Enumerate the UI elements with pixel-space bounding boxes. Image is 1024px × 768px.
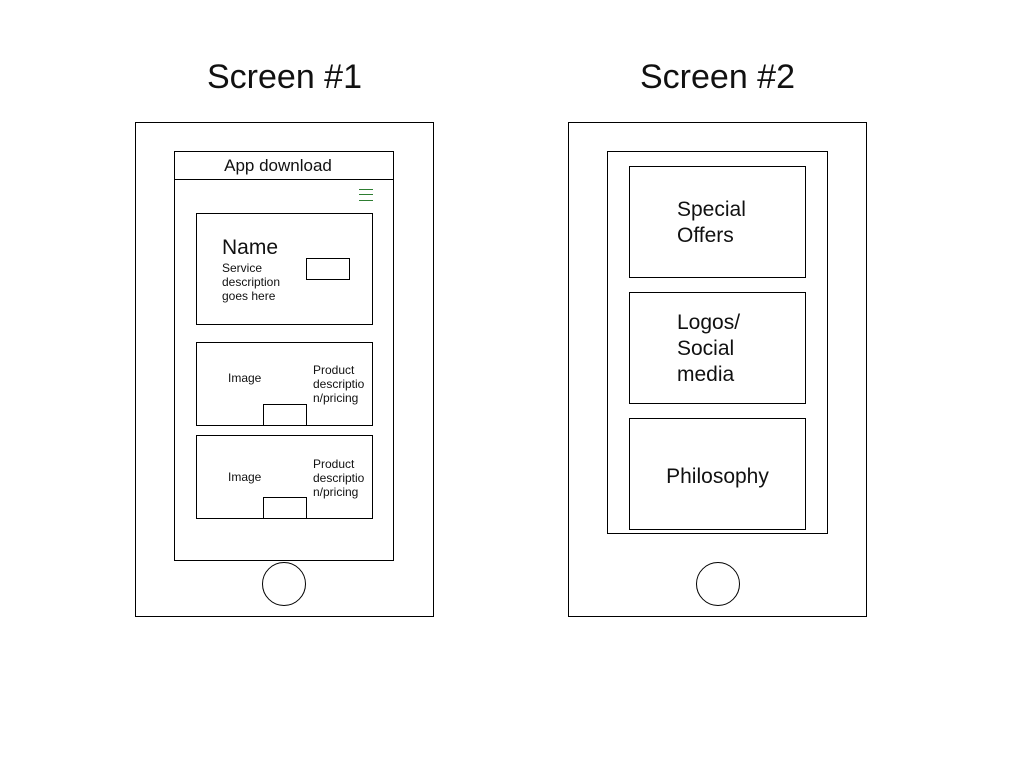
tile-label-line: Social	[677, 337, 735, 360]
product-description: Product descriptio n/pricing	[313, 457, 364, 499]
service-description-line: Service	[222, 261, 263, 275]
product-action-button[interactable]	[263, 404, 307, 426]
product-description-line: n/pricing	[313, 485, 359, 499]
product-image-placeholder: Image	[228, 470, 262, 484]
menu-line	[359, 189, 373, 190]
product-description-line: n/pricing	[313, 391, 359, 405]
tile-label-line: media	[677, 363, 735, 386]
tile-label-line: Logos/	[677, 311, 741, 334]
service-description-line: goes here	[222, 289, 276, 303]
logos-social-media-label: Logos/ Social media	[677, 310, 740, 388]
service-description: Service description goes here	[222, 261, 280, 303]
menu-line	[359, 194, 373, 195]
service-action-button[interactable]	[306, 258, 350, 280]
screen-1-title: Screen #1	[207, 58, 362, 96]
hamburger-menu-icon[interactable]	[359, 188, 373, 202]
product-description: Product descriptio n/pricing	[313, 363, 364, 405]
product-action-button[interactable]	[263, 497, 307, 519]
home-button[interactable]	[262, 562, 306, 606]
special-offers-label: Special Offers	[677, 197, 746, 249]
menu-line	[359, 200, 373, 201]
product-description-line: descriptio	[313, 377, 365, 391]
screen-2-title: Screen #2	[640, 58, 795, 96]
philosophy-label: Philosophy	[629, 464, 806, 490]
app-download-title[interactable]: App download	[174, 156, 382, 176]
service-name: Name	[222, 236, 279, 259]
tile-label-line: Special	[677, 198, 746, 221]
home-button[interactable]	[696, 562, 740, 606]
product-description-line: Product	[313, 457, 355, 471]
product-description-line: descriptio	[313, 471, 365, 485]
service-description-line: description	[222, 275, 281, 289]
tile-label-line: Philosophy	[666, 465, 769, 488]
product-description-line: Product	[313, 363, 355, 377]
product-image-placeholder: Image	[228, 371, 262, 385]
tile-label-line: Offers	[677, 224, 734, 247]
